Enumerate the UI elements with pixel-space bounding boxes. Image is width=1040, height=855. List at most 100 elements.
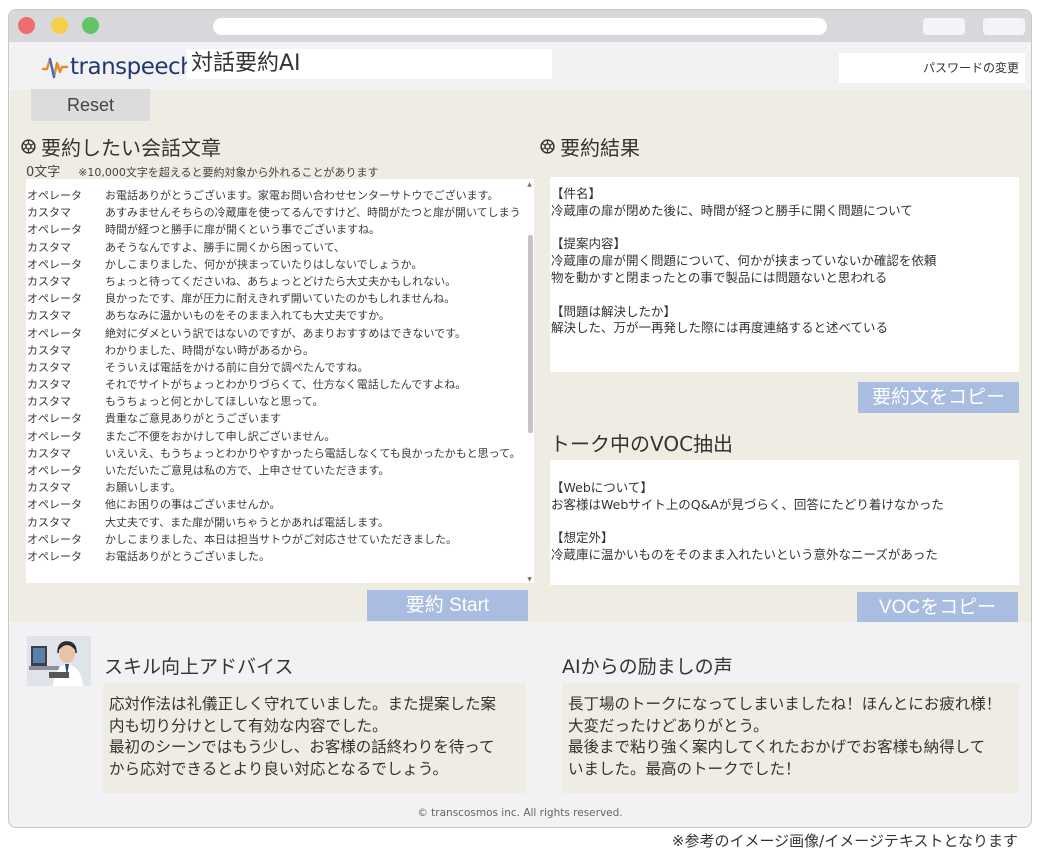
browser-button[interactable] <box>983 18 1025 35</box>
conversation-line: カスタマ お願いします。 <box>26 479 521 496</box>
speaker-label: カスタマ <box>27 343 71 357</box>
browser-window: transpeech 対話要約AI パスワードの変更 Reset 要約したい会話… <box>8 9 1032 828</box>
speaker-label: カスタマ <box>27 240 71 254</box>
speaker-label: オペレータ <box>27 549 82 563</box>
reset-button[interactable]: Reset <box>31 89 150 121</box>
conversation-line: カスタマ あちなみに温かいものをそのまま入れても大丈夫ですか。 <box>26 307 521 324</box>
utterance-text: もうちょっと何とかしてほしいなと思って。 <box>105 395 324 409</box>
conversation-line: カスタマ ちょっと待ってくださいね、あちょっとどけたら大丈夫かもしれない。 <box>26 273 521 290</box>
summary-subject-heading: 【件名】 <box>551 186 602 201</box>
operator-headset-icon <box>27 636 91 686</box>
summary-proposal-line: 冷蔵庫の扉が開く問題について、何かが挟まっていないか確認を依頼 <box>551 253 937 269</box>
utterance-text: 良かったです、扉が圧力に耐えきれず開いていたのかもしれませんね。 <box>105 292 456 306</box>
voc-unexpected-heading: 【想定外】 <box>551 530 614 546</box>
scroll-up-icon[interactable]: ▲ <box>526 181 533 188</box>
brand-name: transpeech <box>70 54 195 80</box>
utterance-text: またご不便をおかけして申し訳ございません。 <box>105 429 336 443</box>
utterance-text: それでサイトがちょっとわかりづらくて、仕方なく電話したんですよね。 <box>105 378 467 392</box>
summarize-start-button[interactable]: 要約 Start <box>367 590 528 621</box>
char-limit-note: ※10,000文字を超えると要約対象から外れることがあります <box>78 166 379 179</box>
feedback-panel: スキル向上アドバイス 応対作法は礼儀正しく守れていました。また提案した案 内も切… <box>10 622 1031 798</box>
utterance-text: いただいたご意見は私の方で、上申させていただきます。 <box>105 464 390 477</box>
conversation-section-title: 要約したい会話文章 <box>20 132 221 161</box>
minimize-window-icon[interactable] <box>51 17 68 34</box>
speaker-label: カスタマ <box>27 309 71 323</box>
operator-avatar <box>27 636 91 686</box>
speaker-label: オペレータ <box>27 189 82 202</box>
openai-icon <box>21 139 36 154</box>
speaker-label: カスタマ <box>27 515 71 529</box>
scrollbar-thumb[interactable] <box>528 235 533 433</box>
speaker-label: オペレータ <box>27 532 82 546</box>
close-window-icon[interactable] <box>18 17 35 34</box>
encouragement-line: 大変だったけどありがとう。 <box>568 716 769 735</box>
conversation-line: オペレータ かしこまりました、何かが挟まっていたりはしないでしょうか。 <box>26 256 521 273</box>
scrollbar[interactable]: ▲ ▼ <box>525 179 534 583</box>
conversation-line: オペレータ 絶対にダメという訳ではないのですが、あまりおすすめはできないです。 <box>26 325 521 342</box>
voc-section-title: トーク中のVOC抽出 <box>550 432 734 456</box>
encouragement-line: 長丁場のトークになってしまいましたね！ほんとにお疲れ様！ <box>568 695 1002 713</box>
maximize-window-icon[interactable] <box>82 17 99 34</box>
speaker-label: カスタマ <box>27 360 71 374</box>
voc-web-heading: 【Webについて】 <box>551 480 653 495</box>
conversation-line: オペレータ 他にお困りの事はございませんか。 <box>26 496 521 513</box>
summary-resolved-text: 解決した、万が一再発した際には再度連絡すると述べている <box>551 320 889 336</box>
browser-chrome <box>9 10 1031 42</box>
summary-proposal-line: 物を動かすと閉まったとの事で製品には問題ないと思われる <box>551 269 888 285</box>
image-disclaimer: ※参考のイメージ画像/イメージテキストとなります <box>671 832 1018 850</box>
encouragement-line: 最後まで粘り強く案内してくれたおかげでお客様も納得して <box>568 738 986 756</box>
password-change-link[interactable]: パスワードの変更 <box>839 53 1025 83</box>
scroll-down-icon[interactable]: ▼ <box>526 576 533 583</box>
speaker-label: カスタマ <box>27 206 71 220</box>
utterance-text: 時間が経つと勝手に扉が開くという事でございますね。 <box>105 223 380 237</box>
utterance-text: 大丈夫です、また扉が開いちゃうとかあれば電話します。 <box>105 515 390 529</box>
conversation-line: カスタマ あすみませんそちらの冷蔵庫を使ってるんですけど、時間がたつと扉が開いてし… <box>26 204 521 221</box>
utterance-text: あそうなんですよ、勝手に開くから困っていて、 <box>105 240 346 254</box>
copy-voc-button[interactable]: VOCをコピー <box>857 592 1018 623</box>
speaker-label: オペレータ <box>27 292 82 306</box>
browser-button[interactable] <box>923 18 965 35</box>
conversation-line: オペレータ またご不便をおかけして申し訳ございません。 <box>26 428 521 445</box>
conversation-line: カスタマ そういえば電話をかける前に自分で調べたんですね。 <box>26 359 521 376</box>
advice-line: 最初のシーンではもう少し、お客様の話終わりを待って <box>109 738 495 756</box>
speaker-label: カスタマ <box>27 395 71 409</box>
utterance-text: お電話ありがとうございます。家電お問い合わせセンターサトウでございます。 <box>105 189 499 202</box>
address-bar[interactable] <box>213 18 827 35</box>
conversation-line: カスタマ 大丈夫です、また扉が開いちゃうとかあれば電話します。 <box>26 514 521 531</box>
speaker-label: カスタマ <box>27 446 71 460</box>
copyright-footer: © transcosmos inc. All rights reserved. <box>417 807 623 819</box>
utterance-text: お電話ありがとうございました。 <box>105 549 270 563</box>
summary-result-box: 【件名】 冷蔵庫の扉が閉めた後に、時間が経つと勝手に開く問題について 【提案内容… <box>550 177 1019 372</box>
conversation-line: オペレータ 良かったです、扉が圧力に耐えきれず開いていたのかもしれませんね。 <box>26 290 521 307</box>
conversation-line: カスタマ それでサイトがちょっとわかりづらくて、仕方なく電話したんですよね。 <box>26 376 521 393</box>
conversation-line: カスタマ いえいえ、もうちょっとわかりやすかったら電話しなくても良かったかもと思っ… <box>26 445 521 462</box>
conversation-line: カスタマ あそうなんですよ、勝手に開くから困っていて、 <box>26 239 521 256</box>
copy-summary-button[interactable]: 要約文をコピー <box>858 382 1019 413</box>
utterance-text: ちょっと待ってくださいね、あちょっとどけたら大丈夫かもしれない。 <box>105 274 457 288</box>
conversation-line: オペレータ いただいたご意見は私の方で、上申させていただきます。 <box>26 462 521 479</box>
encouragement-box: 長丁場のトークになってしまいましたね！ほんとにお疲れ様！ 大変だったけどありがと… <box>562 683 1019 793</box>
advice-line: 応対作法は礼儀正しく守れていました。また提案した案 <box>109 695 497 713</box>
utterance-text: 絶対にダメという訳ではないのですが、あまりおすすめはできないです。 <box>105 326 467 340</box>
conversation-line: カスタマ わかりました、時間がない時があるから。 <box>26 342 521 359</box>
speaker-label: オペレータ <box>27 412 82 426</box>
speaker-label: カスタマ <box>27 481 71 495</box>
openai-icon <box>540 139 555 154</box>
utterance-text: お願いします。 <box>105 481 181 495</box>
utterance-text: 貴重なご意見ありがとうございます <box>105 412 281 426</box>
skill-advice-box: 応対作法は礼儀正しく守れていました。また提案した案 内も切り分けとして有効な内容… <box>103 683 526 793</box>
conversation-textarea[interactable]: オペレータ お電話ありがとうございます。家電お問い合わせセンターサトウでございます… <box>26 179 534 583</box>
voc-result-box: 【Webについて】 お客様はWebサイト上のQ&Aが見づらく、回答にたどり着けな… <box>550 460 1019 585</box>
conversation-line: オペレータ 貴重なご意見ありがとうございます <box>26 410 521 427</box>
utterance-text: いえいえ、もうちょっとわかりやすかったら電話しなくても良かったかもと思って。 <box>105 446 521 460</box>
voc-web-text: お客様はWebサイト上のQ&Aが見づらく、回答にたどり着けなかった <box>551 496 944 512</box>
advice-line: 内も切り分けとして有効な内容でした。 <box>109 716 388 735</box>
speaker-label: オペレータ <box>27 257 82 271</box>
speaker-label: オペレータ <box>27 498 82 512</box>
brand-logo: transpeech <box>41 52 195 82</box>
speaker-label: オペレータ <box>27 326 82 340</box>
summary-subject-text: 冷蔵庫の扉が閉めた後に、時間が経つと勝手に開く問題について <box>551 202 913 218</box>
utterance-text: あちなみに温かいものをそのまま入れても大丈夫ですか。 <box>105 309 390 323</box>
encouragement-line: いました。最高のトークでした！ <box>568 759 801 778</box>
utterance-text: そういえば電話をかける前に自分で調べたんですね。 <box>105 360 369 374</box>
